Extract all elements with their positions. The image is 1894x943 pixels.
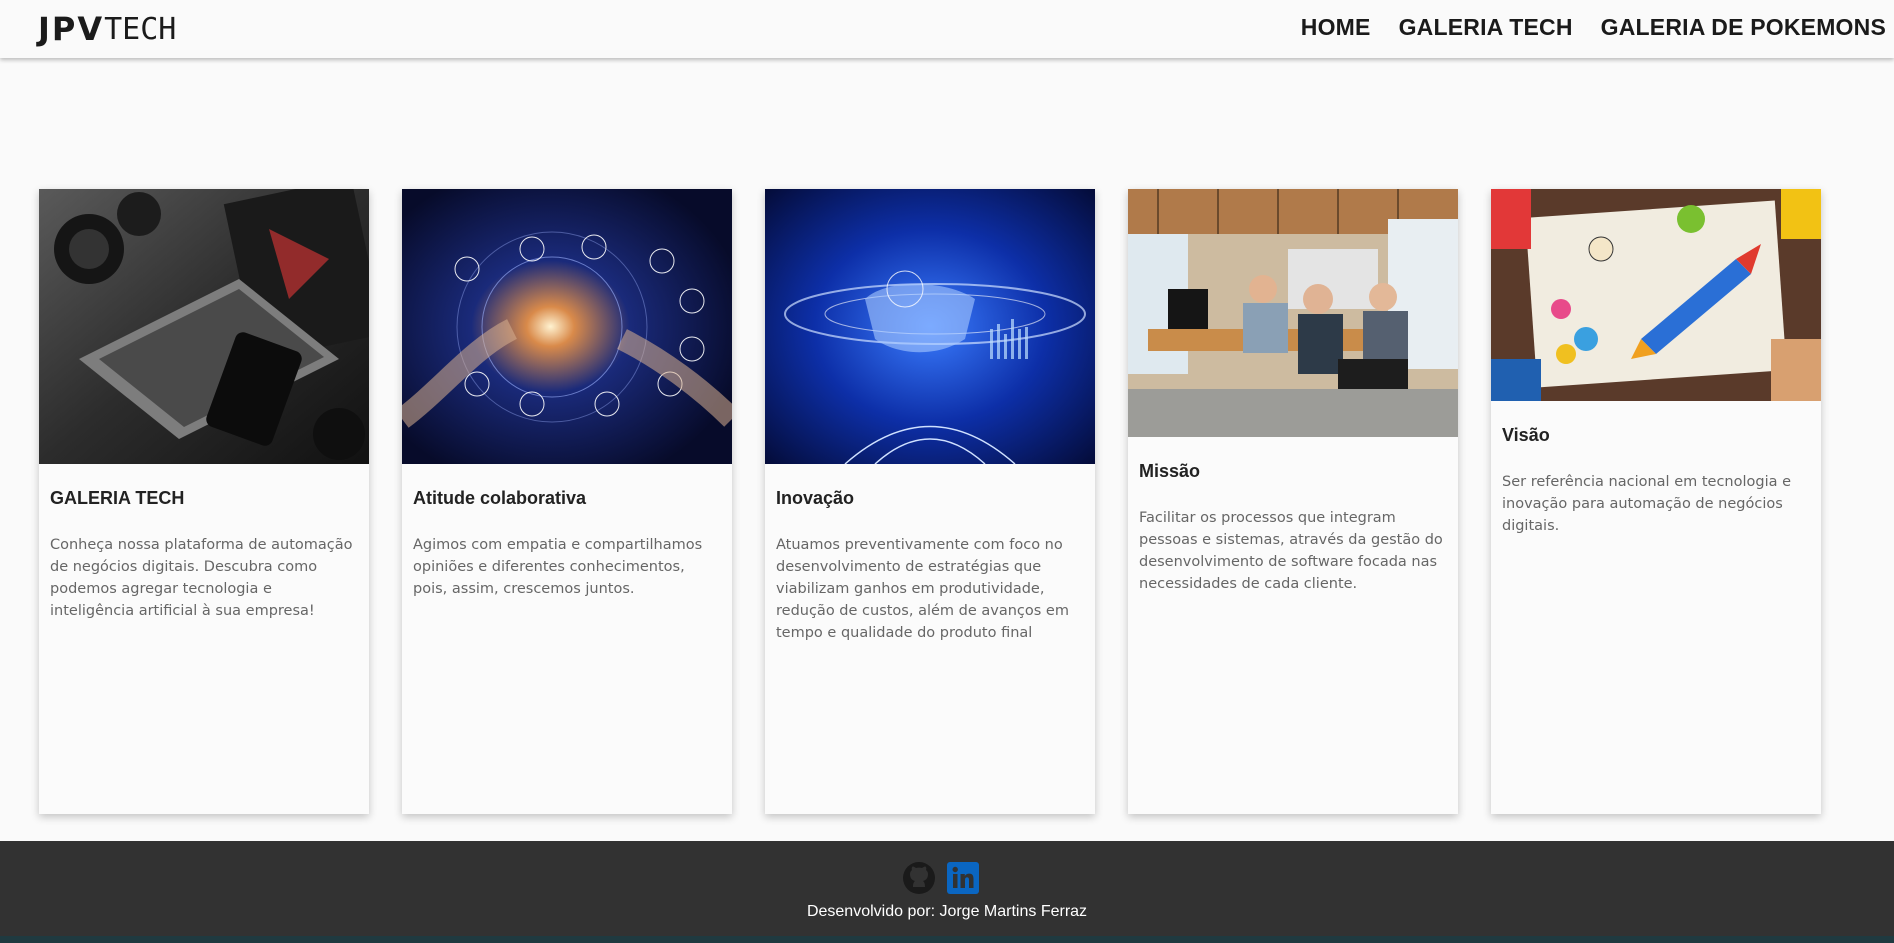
card-image-office: [1128, 189, 1458, 437]
site-header: JPV TECH HOME GALERIA TECH GALERIA DE POK…: [0, 0, 1894, 58]
nav-home[interactable]: HOME: [1301, 14, 1371, 41]
site-footer: Desenvolvido por: Jorge Martins Ferraz: [0, 841, 1894, 936]
card-title: Missão: [1139, 461, 1201, 481]
os-taskbar-strip: [0, 936, 1894, 943]
footer-credit: Desenvolvido por: Jorge Martins Ferraz: [806, 903, 1088, 920]
card-image-startup: [1491, 189, 1821, 401]
social-icons: [902, 861, 980, 895]
card-visao: Visão Ser referência nacional em tecnolo…: [1491, 189, 1821, 814]
card-description: Atuamos preventivamente com foco no dese…: [776, 537, 1069, 641]
card-image-digital-hand: [765, 189, 1095, 464]
card-description: Conheça nossa plataforma de automação de…: [50, 537, 353, 619]
card-description: Facilitar os processos que integram pess…: [1139, 510, 1443, 592]
nav-galeria-tech[interactable]: GALERIA TECH: [1399, 14, 1573, 41]
logo[interactable]: JPV TECH: [38, 10, 177, 48]
card-description: Ser referência nacional em tecnologia e …: [1502, 474, 1792, 534]
github-icon[interactable]: [902, 861, 936, 895]
main-nav: HOME GALERIA TECH GALERIA DE POKEMONS: [1301, 12, 1886, 42]
card-title: GALERIA TECH: [50, 488, 185, 508]
card-title: Inovação: [776, 488, 855, 508]
card-image-network: [402, 189, 732, 464]
logo-light-text: TECH: [104, 11, 177, 47]
card-missao: Missão Facilitar os processos que integr…: [1128, 189, 1458, 814]
card-image-laptop: [39, 189, 369, 464]
card-title: Atitude colaborativa: [413, 488, 587, 508]
linkedin-icon[interactable]: [946, 861, 980, 895]
logo-bold-text: JPV: [38, 10, 105, 48]
card-galeria-tech: GALERIA TECH Conheça nossa plataforma de…: [39, 189, 369, 814]
card-title: Visão: [1502, 425, 1550, 445]
nav-galeria-pokemons[interactable]: GALERIA DE POKEMONS: [1601, 14, 1886, 41]
card-inovacao: Inovação Atuamos preventivamente com foc…: [765, 189, 1095, 814]
card-atitude-colaborativa: Atitude colaborativa Agimos com empatia …: [402, 189, 732, 814]
card-description: Agimos com empatia e compartilhamos opin…: [413, 537, 703, 597]
